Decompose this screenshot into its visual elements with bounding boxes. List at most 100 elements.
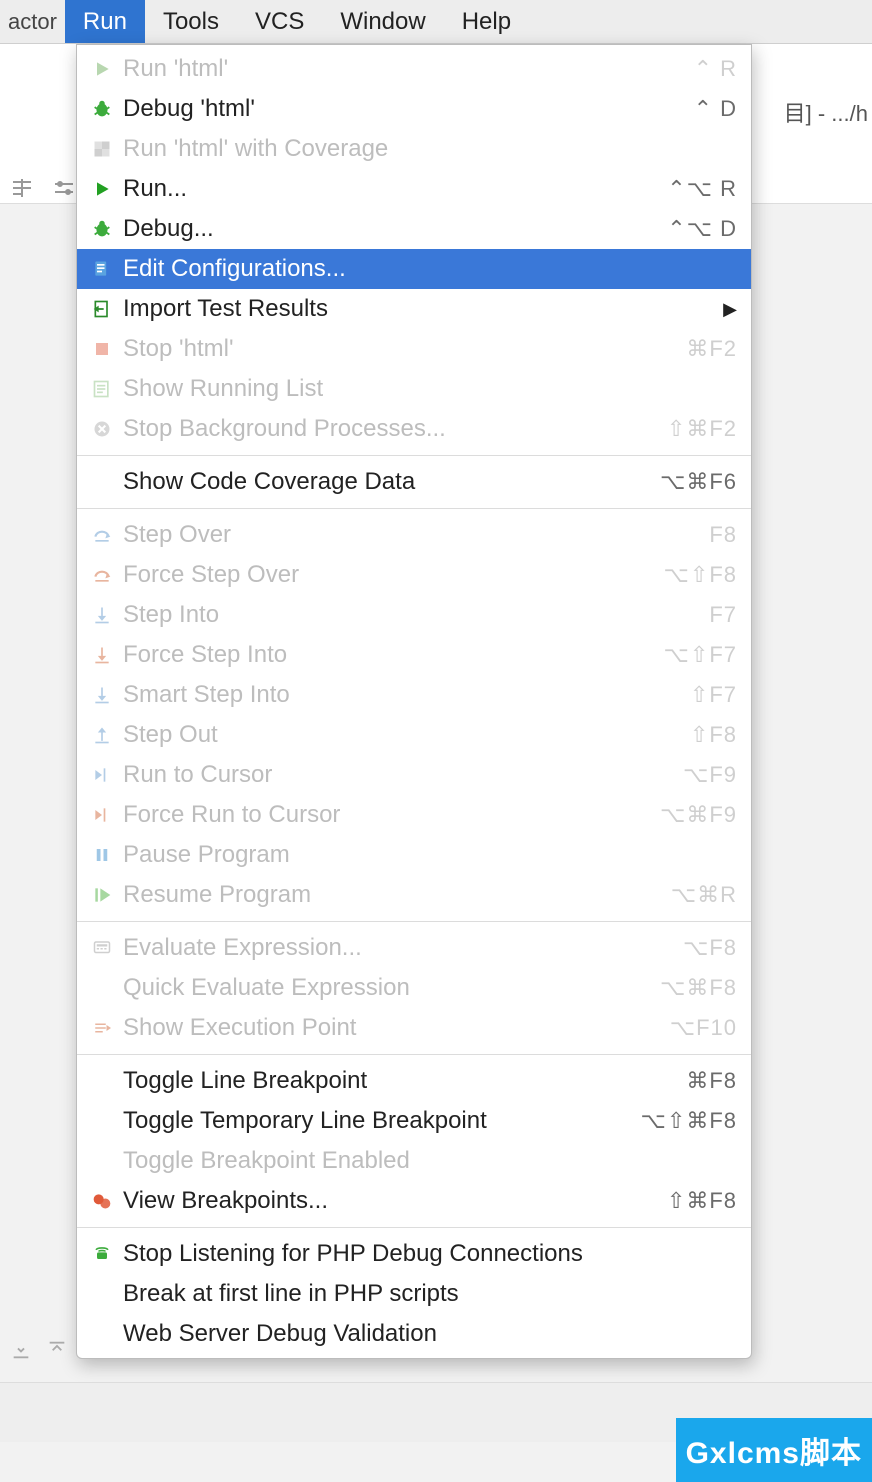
menu-item-label: Web Server Debug Validation xyxy=(123,1320,737,1348)
menu-item-toggle-temporary-line-breakpoint[interactable]: Toggle Temporary Line Breakpoint⌥⇧⌘F8 xyxy=(77,1101,751,1141)
menu-item-run[interactable]: Run...⌃⌥ R xyxy=(77,169,751,209)
menu-separator xyxy=(77,455,751,456)
menu-item-debug-html[interactable]: Debug 'html'⌃ D xyxy=(77,89,751,129)
menubar-item-refactor[interactable]: actor xyxy=(0,0,65,43)
menubar: actor Run Tools VCS Window Help xyxy=(0,0,872,44)
menu-item-show-running-list: Show Running List xyxy=(77,369,751,409)
menu-item-toggle-line-breakpoint[interactable]: Toggle Line Breakpoint⌘F8 xyxy=(77,1061,751,1101)
menu-item-shortcut: ⌥F8 xyxy=(683,935,737,961)
menu-item-label: Run 'html' xyxy=(123,55,694,83)
menu-item-label: Import Test Results xyxy=(123,295,719,323)
menu-item-shortcut: F7 xyxy=(709,602,737,628)
resume-icon xyxy=(87,883,117,907)
phone-icon xyxy=(87,1242,117,1266)
menu-item-label: Stop 'html' xyxy=(123,335,686,363)
stepout-icon xyxy=(87,723,117,747)
menu-item-label: Pause Program xyxy=(123,841,737,869)
menubar-item-window[interactable]: Window xyxy=(322,0,443,43)
stepover-icon xyxy=(87,523,117,547)
blank-icon xyxy=(87,1109,117,1133)
menu-item-force-run-to-cursor: Force Run to Cursor⌥⌘F9 xyxy=(77,795,751,835)
menu-item-shortcut: ⌥⇧F7 xyxy=(664,642,737,668)
stepover-icon xyxy=(87,563,117,587)
menubar-item-tools[interactable]: Tools xyxy=(145,0,237,43)
bug-icon xyxy=(87,217,117,241)
menu-item-stop-listening-for-php-debug-connections[interactable]: Stop Listening for PHP Debug Connections xyxy=(77,1234,751,1274)
menu-item-shortcut: ⌃⌥ D xyxy=(667,216,737,242)
menu-separator xyxy=(77,508,751,509)
menu-item-label: View Breakpoints... xyxy=(123,1187,667,1215)
menu-item-shortcut: ⇧F7 xyxy=(690,682,737,708)
menu-item-import-test-results[interactable]: Import Test Results▶ xyxy=(77,289,751,329)
stepinto-icon xyxy=(87,643,117,667)
menu-item-label: Toggle Line Breakpoint xyxy=(123,1067,686,1095)
bug-icon xyxy=(87,97,117,121)
menu-item-label: Show Code Coverage Data xyxy=(123,468,660,496)
wrap-lines-icon[interactable] xyxy=(10,176,34,200)
stopx-icon xyxy=(87,417,117,441)
cursor-icon xyxy=(87,763,117,787)
menu-item-shortcut: ⌥⌘F8 xyxy=(660,975,737,1001)
settings-icon[interactable] xyxy=(52,176,76,200)
menu-item-shortcut: ⌥F9 xyxy=(683,762,737,788)
menu-item-shortcut: ⌥⌘R xyxy=(671,882,737,908)
menu-item-stop-html: Stop 'html'⌘F2 xyxy=(77,329,751,369)
menu-item-show-execution-point: Show Execution Point⌥F10 xyxy=(77,1008,751,1048)
menu-item-label: Run... xyxy=(123,175,667,203)
stepinto-icon xyxy=(87,683,117,707)
menu-item-run-html-with-coverage: Run 'html' with Coverage xyxy=(77,129,751,169)
menubar-item-help[interactable]: Help xyxy=(444,0,529,43)
stepinto-icon xyxy=(87,603,117,627)
menu-item-break-at-first-line-in-php-scripts[interactable]: Break at first line in PHP scripts xyxy=(77,1274,751,1314)
menu-item-label: Stop Listening for PHP Debug Connections xyxy=(123,1240,737,1268)
menu-item-shortcut: F8 xyxy=(709,522,737,548)
list-icon xyxy=(87,377,117,401)
menu-item-label: Debug... xyxy=(123,215,667,243)
menu-item-label: Quick Evaluate Expression xyxy=(123,974,660,1002)
stop-icon xyxy=(87,337,117,361)
menubar-item-vcs[interactable]: VCS xyxy=(237,0,322,43)
menu-item-pause-program: Pause Program xyxy=(77,835,751,875)
menu-item-show-code-coverage-data[interactable]: Show Code Coverage Data⌥⌘F6 xyxy=(77,462,751,502)
menu-item-toggle-breakpoint-enabled: Toggle Breakpoint Enabled xyxy=(77,1141,751,1181)
menu-item-label: Force Run to Cursor xyxy=(123,801,660,829)
menu-item-label: Edit Configurations... xyxy=(123,255,737,283)
menu-item-shortcut: ⇧F8 xyxy=(690,722,737,748)
play-icon xyxy=(87,57,117,81)
menu-item-label: Show Execution Point xyxy=(123,1014,670,1042)
menu-item-label: Evaluate Expression... xyxy=(123,934,683,962)
menu-item-view-breakpoints[interactable]: View Breakpoints...⇧⌘F8 xyxy=(77,1181,751,1221)
menu-item-shortcut: ⌃ D xyxy=(694,96,737,122)
menu-item-label: Force Step Into xyxy=(123,641,664,669)
download-icon[interactable] xyxy=(10,1339,32,1361)
left-gutter-toolbar xyxy=(0,1330,76,1370)
menu-item-label: Debug 'html' xyxy=(123,95,694,123)
menu-item-debug[interactable]: Debug...⌃⌥ D xyxy=(77,209,751,249)
menu-item-shortcut: ⌘F8 xyxy=(686,1068,737,1094)
menu-item-shortcut: ⌥⌘F6 xyxy=(660,469,737,495)
menu-item-stop-background-processes: Stop Background Processes...⇧⌘F2 xyxy=(77,409,751,449)
menu-item-label: Toggle Temporary Line Breakpoint xyxy=(123,1107,641,1135)
blank-icon xyxy=(87,470,117,494)
menu-item-label: Break at first line in PHP scripts xyxy=(123,1280,737,1308)
menu-item-shortcut: ⌘F2 xyxy=(686,336,737,362)
menu-item-shortcut: ⌥⇧F8 xyxy=(664,562,737,588)
menu-item-label: Toggle Breakpoint Enabled xyxy=(123,1147,737,1175)
edit-icon xyxy=(87,257,117,281)
upload-icon[interactable] xyxy=(46,1339,68,1361)
menu-item-shortcut: ⇧⌘F8 xyxy=(667,1188,737,1214)
menu-item-step-out: Step Out⇧F8 xyxy=(77,715,751,755)
editor-tab-label: 目] - .../h xyxy=(784,96,868,128)
menu-item-web-server-debug-validation[interactable]: Web Server Debug Validation xyxy=(77,1314,751,1354)
menu-item-shortcut: ⌥⌘F9 xyxy=(660,802,737,828)
eval-icon xyxy=(87,936,117,960)
play-icon xyxy=(87,177,117,201)
menu-item-shortcut: ⌥F10 xyxy=(670,1015,737,1041)
pause-icon xyxy=(87,843,117,867)
cursor-icon xyxy=(87,803,117,827)
menu-item-shortcut: ⌃⌥ R xyxy=(667,176,737,202)
menu-item-run-to-cursor: Run to Cursor⌥F9 xyxy=(77,755,751,795)
menu-item-edit-configurations[interactable]: Edit Configurations... xyxy=(77,249,751,289)
import-icon xyxy=(87,297,117,321)
menubar-item-run[interactable]: Run xyxy=(65,0,145,43)
